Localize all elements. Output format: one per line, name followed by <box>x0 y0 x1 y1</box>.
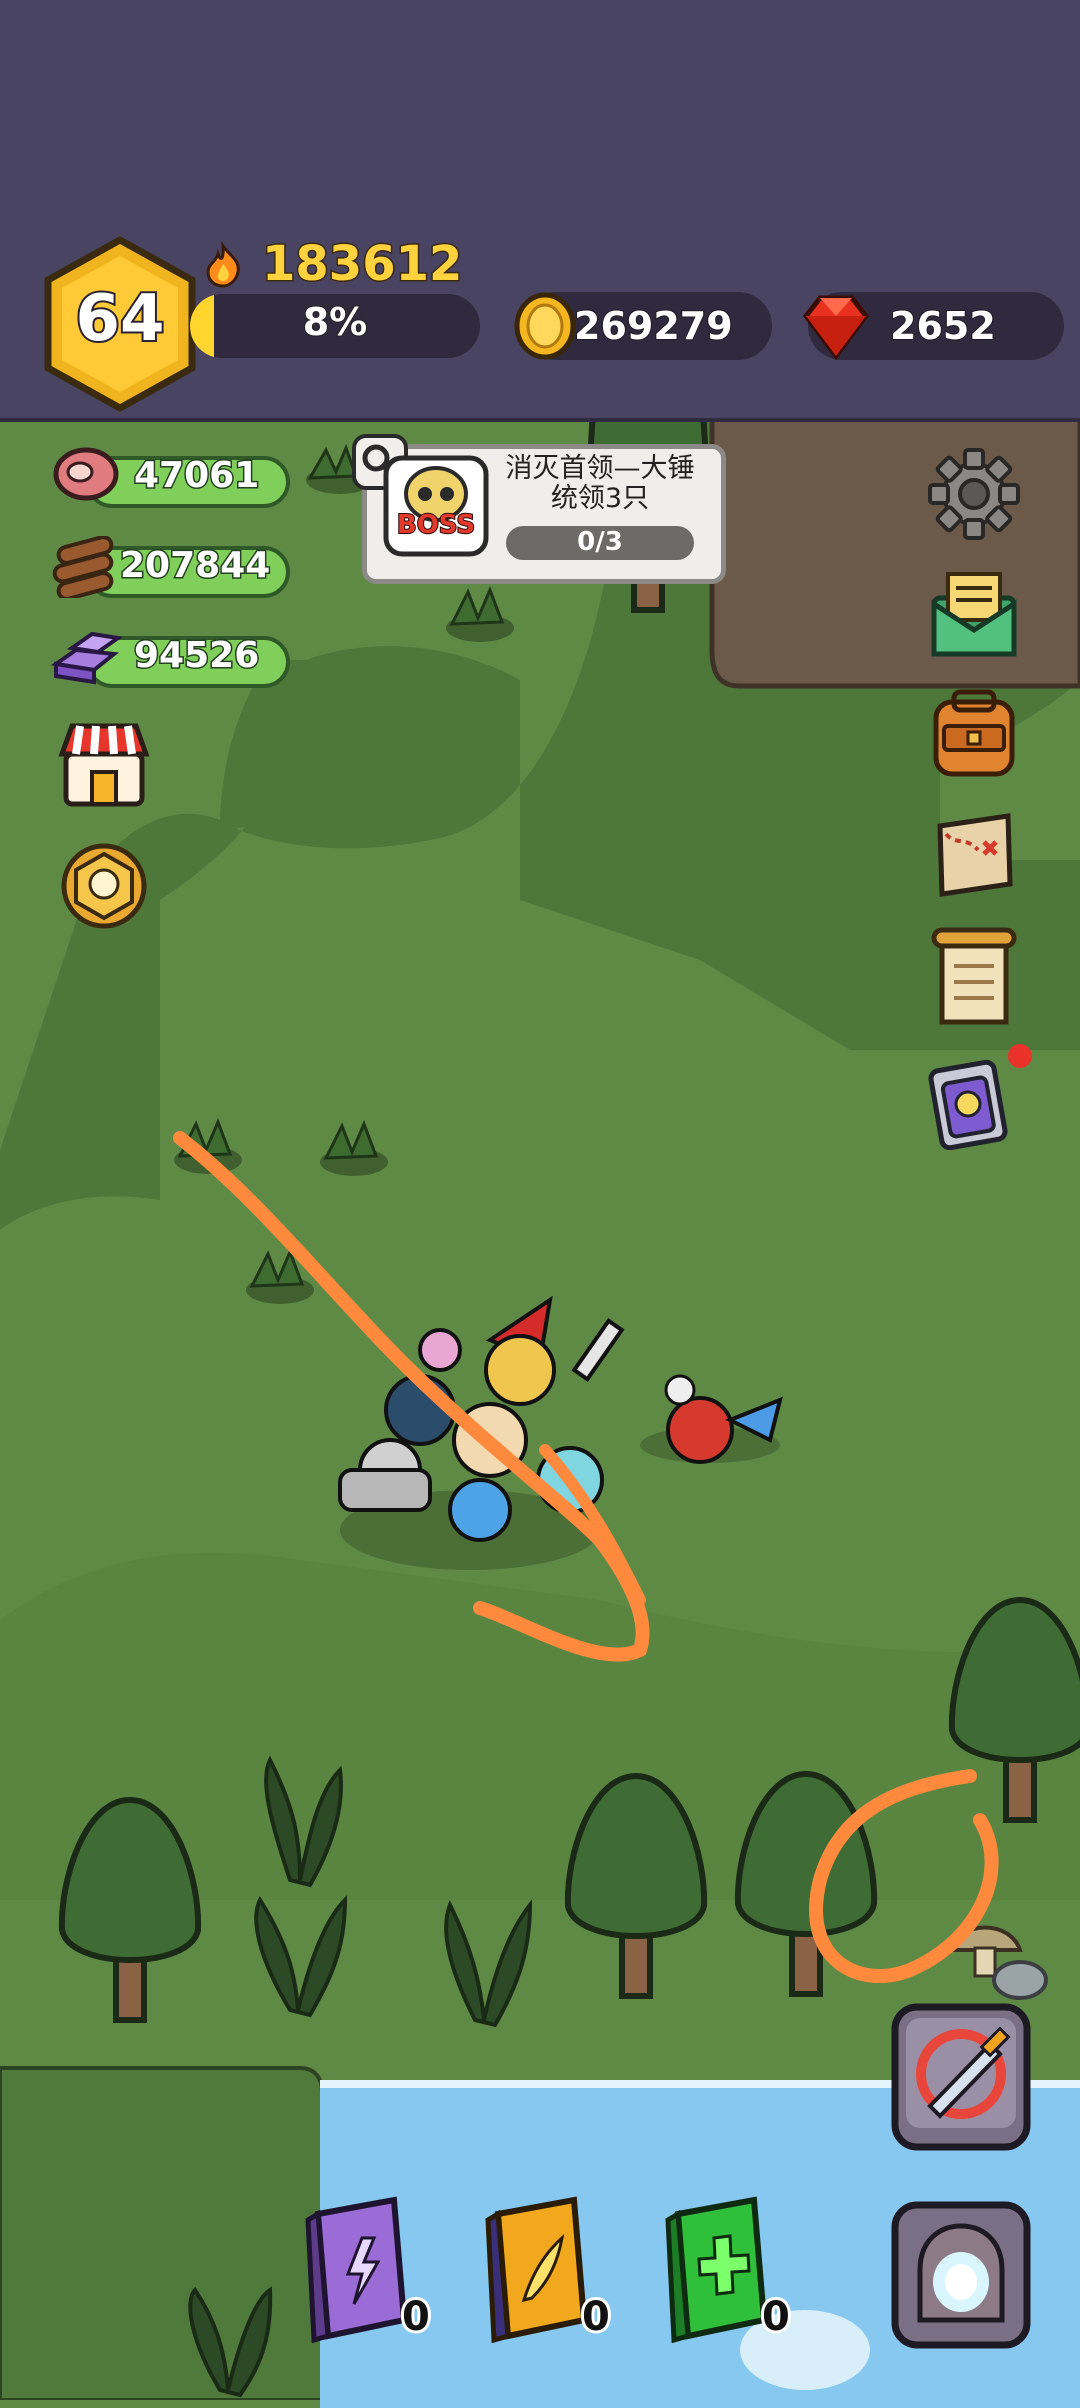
backpack-icon[interactable] <box>926 686 1022 782</box>
combat-power: 183612 <box>260 235 463 294</box>
quest-title: 消灭首领—大锤统领3只 <box>505 453 695 514</box>
player-level: 64 <box>73 280 166 358</box>
crystal-amount: 94526 <box>132 634 260 678</box>
shop-icon[interactable] <box>58 718 150 810</box>
lightning-book-icon[interactable] <box>304 2194 416 2344</box>
wood-amount: 207844 <box>118 544 271 588</box>
lightning-book-count: 0 <box>399 2291 433 2343</box>
trophy-badge-icon[interactable] <box>56 838 152 934</box>
quest-progress: 0/3 <box>577 527 623 557</box>
meat-amount: 47061 <box>132 454 260 498</box>
mail-icon[interactable] <box>926 564 1022 660</box>
boss-label: BOSS <box>396 509 476 541</box>
gem-amount: 2652 <box>889 303 997 349</box>
fire-icon <box>206 242 240 288</box>
gold-coin-icon <box>514 292 576 360</box>
gold-amount: 269279 <box>573 303 734 349</box>
gear-icon[interactable] <box>926 446 1022 542</box>
boss-skull-icon <box>383 455 489 557</box>
purple-ingot-icon <box>50 631 122 685</box>
heal-book-count: 0 <box>759 2291 793 2343</box>
portal-icon[interactable] <box>890 2200 1032 2350</box>
treasure-map-icon[interactable] <box>926 806 1022 902</box>
crossed-sword-icon[interactable] <box>890 2002 1032 2152</box>
wood-logs-icon <box>52 536 114 598</box>
feather-book-count: 0 <box>579 2291 613 2343</box>
exp-percent: 8% <box>302 299 369 345</box>
skull-potion-icon[interactable] <box>926 1040 1036 1150</box>
scroll-icon[interactable] <box>926 926 1022 1026</box>
heal-book-icon[interactable] <box>664 2194 776 2344</box>
feather-book-icon[interactable] <box>484 2194 596 2344</box>
red-gem-icon <box>802 295 870 361</box>
meat-icon <box>53 447 119 501</box>
